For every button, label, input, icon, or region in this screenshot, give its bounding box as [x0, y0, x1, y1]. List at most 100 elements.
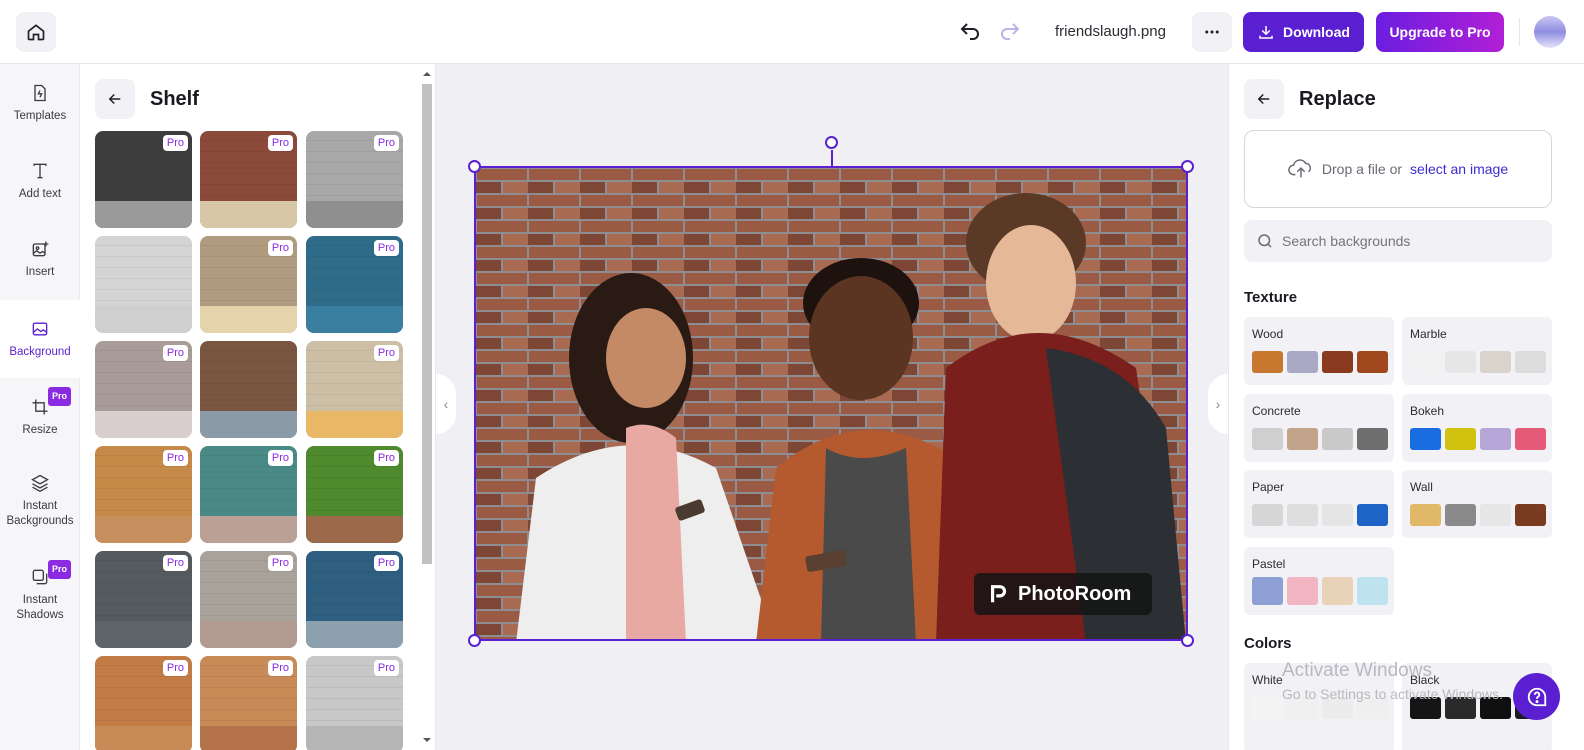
more-options-button[interactable]	[1192, 12, 1232, 52]
swatch[interactable]	[1357, 351, 1388, 373]
resize-handle-tl[interactable]	[468, 160, 481, 173]
scrollbar[interactable]	[421, 68, 433, 746]
canvas-image[interactable]: PhotoRoom	[474, 166, 1188, 641]
texture-category-wood[interactable]: Wood	[1244, 317, 1394, 385]
background-tile[interactable]: Pro	[306, 656, 403, 750]
texture-category-pastel[interactable]: Pastel	[1244, 547, 1394, 615]
rail-item-instant-shadows[interactable]: Pro Instant Shadows	[0, 550, 80, 640]
swatch[interactable]	[1357, 428, 1388, 450]
background-tile[interactable]: Pro	[306, 341, 403, 438]
swatch[interactable]	[1480, 504, 1511, 526]
swatch[interactable]	[1515, 504, 1546, 526]
resize-handle-tr[interactable]	[1181, 160, 1194, 173]
rail-item-instant-backgrounds[interactable]: Instant Backgrounds	[0, 456, 80, 546]
background-tile[interactable]: Pro	[200, 131, 297, 228]
replace-title: Replace	[1299, 88, 1376, 110]
background-tile[interactable]: Pro	[95, 656, 192, 750]
background-tile[interactable]: Pro	[95, 341, 192, 438]
swatch[interactable]	[1252, 428, 1283, 450]
swatch[interactable]	[1252, 351, 1283, 373]
swatch[interactable]	[1287, 428, 1318, 450]
background-icon	[32, 322, 48, 335]
scroll-thumb[interactable]	[422, 84, 432, 564]
background-tile[interactable]: Pro	[306, 131, 403, 228]
rotate-handle[interactable]	[825, 136, 838, 149]
help-button[interactable]	[1513, 673, 1560, 720]
rail-item-background[interactable]: Background	[0, 300, 80, 378]
home-button[interactable]	[16, 12, 56, 52]
background-tile[interactable]: Pro	[95, 551, 192, 648]
replace-back-button[interactable]	[1244, 79, 1284, 119]
search-input[interactable]	[1282, 233, 1532, 249]
background-tile[interactable]: Pro	[306, 236, 403, 333]
redo-icon[interactable]	[998, 20, 1022, 44]
file-dropzone[interactable]: Drop a file or select an image	[1244, 130, 1552, 208]
texture-category-paper[interactable]: Paper	[1244, 470, 1394, 538]
swatch[interactable]	[1480, 351, 1511, 373]
background-tile[interactable]: Pro	[200, 446, 297, 543]
back-button[interactable]	[95, 79, 135, 119]
background-tile[interactable]: Pro	[95, 446, 192, 543]
background-tile[interactable]: Pro	[200, 656, 297, 750]
background-tile[interactable]	[200, 341, 297, 438]
chevron-left-icon: ‹	[443, 396, 449, 412]
swatch[interactable]	[1515, 428, 1546, 450]
swatch[interactable]	[1252, 697, 1283, 719]
file-name[interactable]: friendslaugh.png	[1055, 23, 1166, 40]
swatch[interactable]	[1410, 351, 1441, 373]
swatch[interactable]	[1287, 351, 1318, 373]
swatch[interactable]	[1252, 577, 1283, 605]
rail-item-resize[interactable]: Pro Resize	[0, 378, 80, 456]
scroll-up-icon[interactable]	[423, 70, 431, 78]
category-label: Paper	[1252, 480, 1285, 494]
swatch[interactable]	[1445, 504, 1476, 526]
photoroom-watermark: PhotoRoom	[974, 573, 1152, 615]
undo-icon[interactable]	[958, 20, 982, 44]
avatar[interactable]	[1534, 16, 1566, 48]
swatch[interactable]	[1322, 577, 1353, 605]
swatch[interactable]	[1357, 504, 1388, 526]
collapse-left-button[interactable]: ‹	[436, 374, 456, 434]
top-bar: friendslaugh.png Download Upgrade to Pro	[0, 0, 1584, 64]
swatch[interactable]	[1322, 428, 1353, 450]
swatch[interactable]	[1445, 428, 1476, 450]
upgrade-button[interactable]: Upgrade to Pro	[1376, 12, 1504, 52]
collapse-right-button[interactable]: ›	[1208, 374, 1228, 434]
resize-handle-br[interactable]	[1181, 634, 1194, 647]
background-tile[interactable]	[95, 236, 192, 333]
swatch[interactable]	[1515, 351, 1546, 373]
search-box[interactable]	[1244, 220, 1552, 262]
category-label: Marble	[1410, 327, 1447, 341]
swatch[interactable]	[1322, 351, 1353, 373]
swatch[interactable]	[1322, 504, 1353, 526]
texture-category-concrete[interactable]: Concrete	[1244, 394, 1394, 462]
background-tile[interactable]: Pro	[306, 551, 403, 648]
swatch[interactable]	[1287, 577, 1318, 605]
texture-category-marble[interactable]: Marble	[1402, 317, 1552, 385]
scroll-down-icon[interactable]	[423, 736, 431, 744]
download-button[interactable]: Download	[1243, 12, 1364, 52]
swatch[interactable]	[1480, 428, 1511, 450]
shadow-icon	[32, 569, 48, 585]
background-tile[interactable]: Pro	[306, 446, 403, 543]
swatch[interactable]	[1357, 577, 1388, 605]
texture-category-wall[interactable]: Wall	[1402, 470, 1552, 538]
rail-item-templates[interactable]: Templates	[0, 64, 80, 142]
download-icon	[1259, 26, 1273, 39]
background-tile[interactable]: Pro	[95, 131, 192, 228]
swatch[interactable]	[1287, 504, 1318, 526]
tile-floor	[306, 620, 403, 648]
rail-item-add-text[interactable]: Add text	[0, 142, 80, 220]
swatch[interactable]	[1445, 351, 1476, 373]
texture-category-bokeh[interactable]: Bokeh	[1402, 394, 1552, 462]
drop-text: Drop a file or	[1321, 161, 1403, 177]
swatch[interactable]	[1410, 504, 1441, 526]
resize-handle-bl[interactable]	[468, 634, 481, 647]
swatch[interactable]	[1252, 504, 1283, 526]
background-tile[interactable]: Pro	[200, 551, 297, 648]
swatch[interactable]	[1410, 428, 1441, 450]
rail-item-insert[interactable]: Insert	[0, 220, 80, 298]
select-image-link[interactable]: select an image	[1410, 161, 1508, 177]
pro-label: Pro	[162, 135, 188, 151]
background-tile[interactable]: Pro	[200, 236, 297, 333]
